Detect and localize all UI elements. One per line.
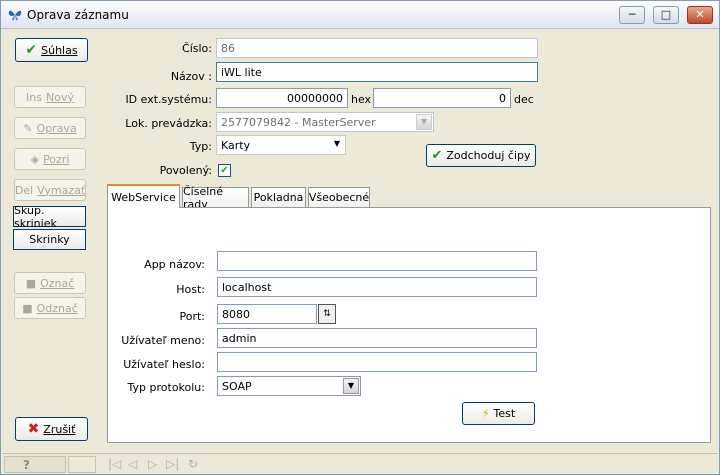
type-select[interactable]: Karty ▼ [216,135,346,155]
host-label: Host: [176,283,205,296]
location-select[interactable]: 2577079842 - MasterServer ▼ [216,112,434,132]
confirm-button[interactable]: ✔ Súhlas [15,38,88,62]
type-value: Karty [221,139,251,152]
mark-button[interactable]: ■ Označ [14,272,86,294]
status-help-cell: ? [4,456,66,473]
mark-label: Označ [40,276,75,290]
prev-record-icon[interactable]: ◁ [128,457,137,471]
protocol-value: SOAP [222,380,252,393]
unmark-icon: ■ [22,301,33,315]
webservice-panel: App názov: Host: localhost Port: 8080 ⇅ … [107,207,711,443]
dec-unit-label: dec [514,93,534,106]
tab-number-series[interactable]: Číselné rady [182,185,249,211]
cabinets-button[interactable]: Skrinky [13,229,86,250]
tab-general[interactable]: Všeobecné [308,187,370,207]
window-title: Oprava záznamu [27,8,129,22]
port-spinner-icon[interactable]: ⇅ [318,304,336,324]
butterfly-icon [8,10,22,21]
user-name-label: Užívateľ meno: [121,334,205,347]
settings-tabs: WebService Číselné rady Pokladna Všeobec… [107,184,711,443]
delete-label: Vymazať [37,183,86,197]
tab-cash-register[interactable]: Pokladna [251,187,306,207]
protocol-select[interactable]: SOAP ▼ [217,376,361,396]
port-label: Port: [179,310,205,323]
checkmark-icon: ✔ [220,165,229,176]
sync-chips-button[interactable]: ✔ Zodchoduj čipy [426,144,536,167]
unmark-label: Odznač [36,301,78,315]
location-value: 2577079842 - MasterServer [221,116,376,129]
hex-unit-label: hex [351,93,372,106]
double-check-icon: ✔ [431,148,443,163]
unmark-button[interactable]: ■ Odznač [14,297,86,319]
password-field[interactable] [217,352,537,372]
edit-button[interactable]: ✎ Oprava [14,117,86,139]
app-name-field[interactable] [217,251,537,271]
edit-label: Oprava [36,121,77,135]
status-empty-cell [68,456,96,473]
mark-icon: ■ [25,276,37,290]
lightning-icon: ⚡ [481,407,490,420]
app-name-label: App názov: [144,258,205,271]
check-icon: ✔ [25,42,38,58]
delete-button[interactable]: Del Vymazať [14,179,86,201]
delete-shortcut: Del [14,183,34,197]
minimize-button[interactable]: ─ [619,6,645,24]
ext-id-hex-field[interactable]: 00000000 [216,88,348,108]
new-label: Nový [45,90,74,104]
ext-id-label: ID ext.systému: [125,93,212,106]
ext-id-dec-field[interactable]: 0 [373,88,511,108]
password-label: Užívateľ heslo: [123,358,205,371]
chevron-down-icon: ▼ [333,139,340,148]
first-record-icon[interactable]: |◁ [108,457,121,471]
pencil-icon: ✎ [23,121,33,135]
edit-record-window: Oprava záznamu ─ □ ✕ ✔ Súhlas Ins Nový ✎… [0,0,720,475]
port-field[interactable]: 8080 [217,304,317,324]
enabled-checkbox[interactable]: ✔ [218,164,231,177]
group-cabinets-button[interactable]: Skup. skriniek [13,204,86,230]
number-field[interactable]: 86 [216,38,538,58]
chevron-down-icon: ▼ [343,378,359,394]
view-label: Pozri [43,152,70,166]
type-label: Typ: [189,140,212,153]
user-name-field[interactable]: admin [217,328,537,348]
chevron-down-icon: ▼ [416,114,432,130]
new-button[interactable]: Ins Nový [14,86,86,108]
maximize-button[interactable]: □ [653,6,679,24]
record-form: Číslo: 86 Názov : iWL lite ID ext.systém… [105,30,717,180]
cancel-label: Zrušiť [43,422,76,436]
sync-chips-label: Zodchoduj čipy [446,149,531,162]
number-label: Číslo: [182,42,212,55]
cancel-button[interactable]: ✖ Zrušiť [15,417,88,441]
eye-icon: ◈ [30,152,40,166]
refresh-icon[interactable]: ↻ [188,457,198,471]
location-label: Lok. prevádzka: [125,117,212,130]
help-icon[interactable]: ? [23,458,30,472]
last-record-icon[interactable]: ▷| [166,457,179,471]
close-button[interactable]: ✕ [687,6,713,24]
action-sidebar: ✔ Súhlas Ins Nový ✎ Oprava ◈ Pozri Del V… [2,30,105,453]
tab-webservice[interactable]: WebService [107,184,180,208]
view-button[interactable]: ◈ Pozri [14,148,86,170]
protocol-label: Typ protokolu: [127,381,205,394]
status-bar: ? |◁ ◁ ▷ ▷| ↻ [2,453,718,474]
new-shortcut: Ins [26,90,42,104]
x-icon: ✖ [27,421,40,437]
name-label: Názov : [170,70,212,83]
enabled-label: Povolený: [159,164,212,177]
next-record-icon[interactable]: ▷ [148,457,157,471]
host-field[interactable]: localhost [217,277,537,297]
confirm-label: Súhlas [41,43,78,57]
title-bar: Oprava záznamu ─ □ ✕ [1,1,719,29]
test-button[interactable]: ⚡ Test [462,402,535,425]
name-field[interactable]: iWL lite [216,62,538,82]
test-label: Test [493,407,516,420]
